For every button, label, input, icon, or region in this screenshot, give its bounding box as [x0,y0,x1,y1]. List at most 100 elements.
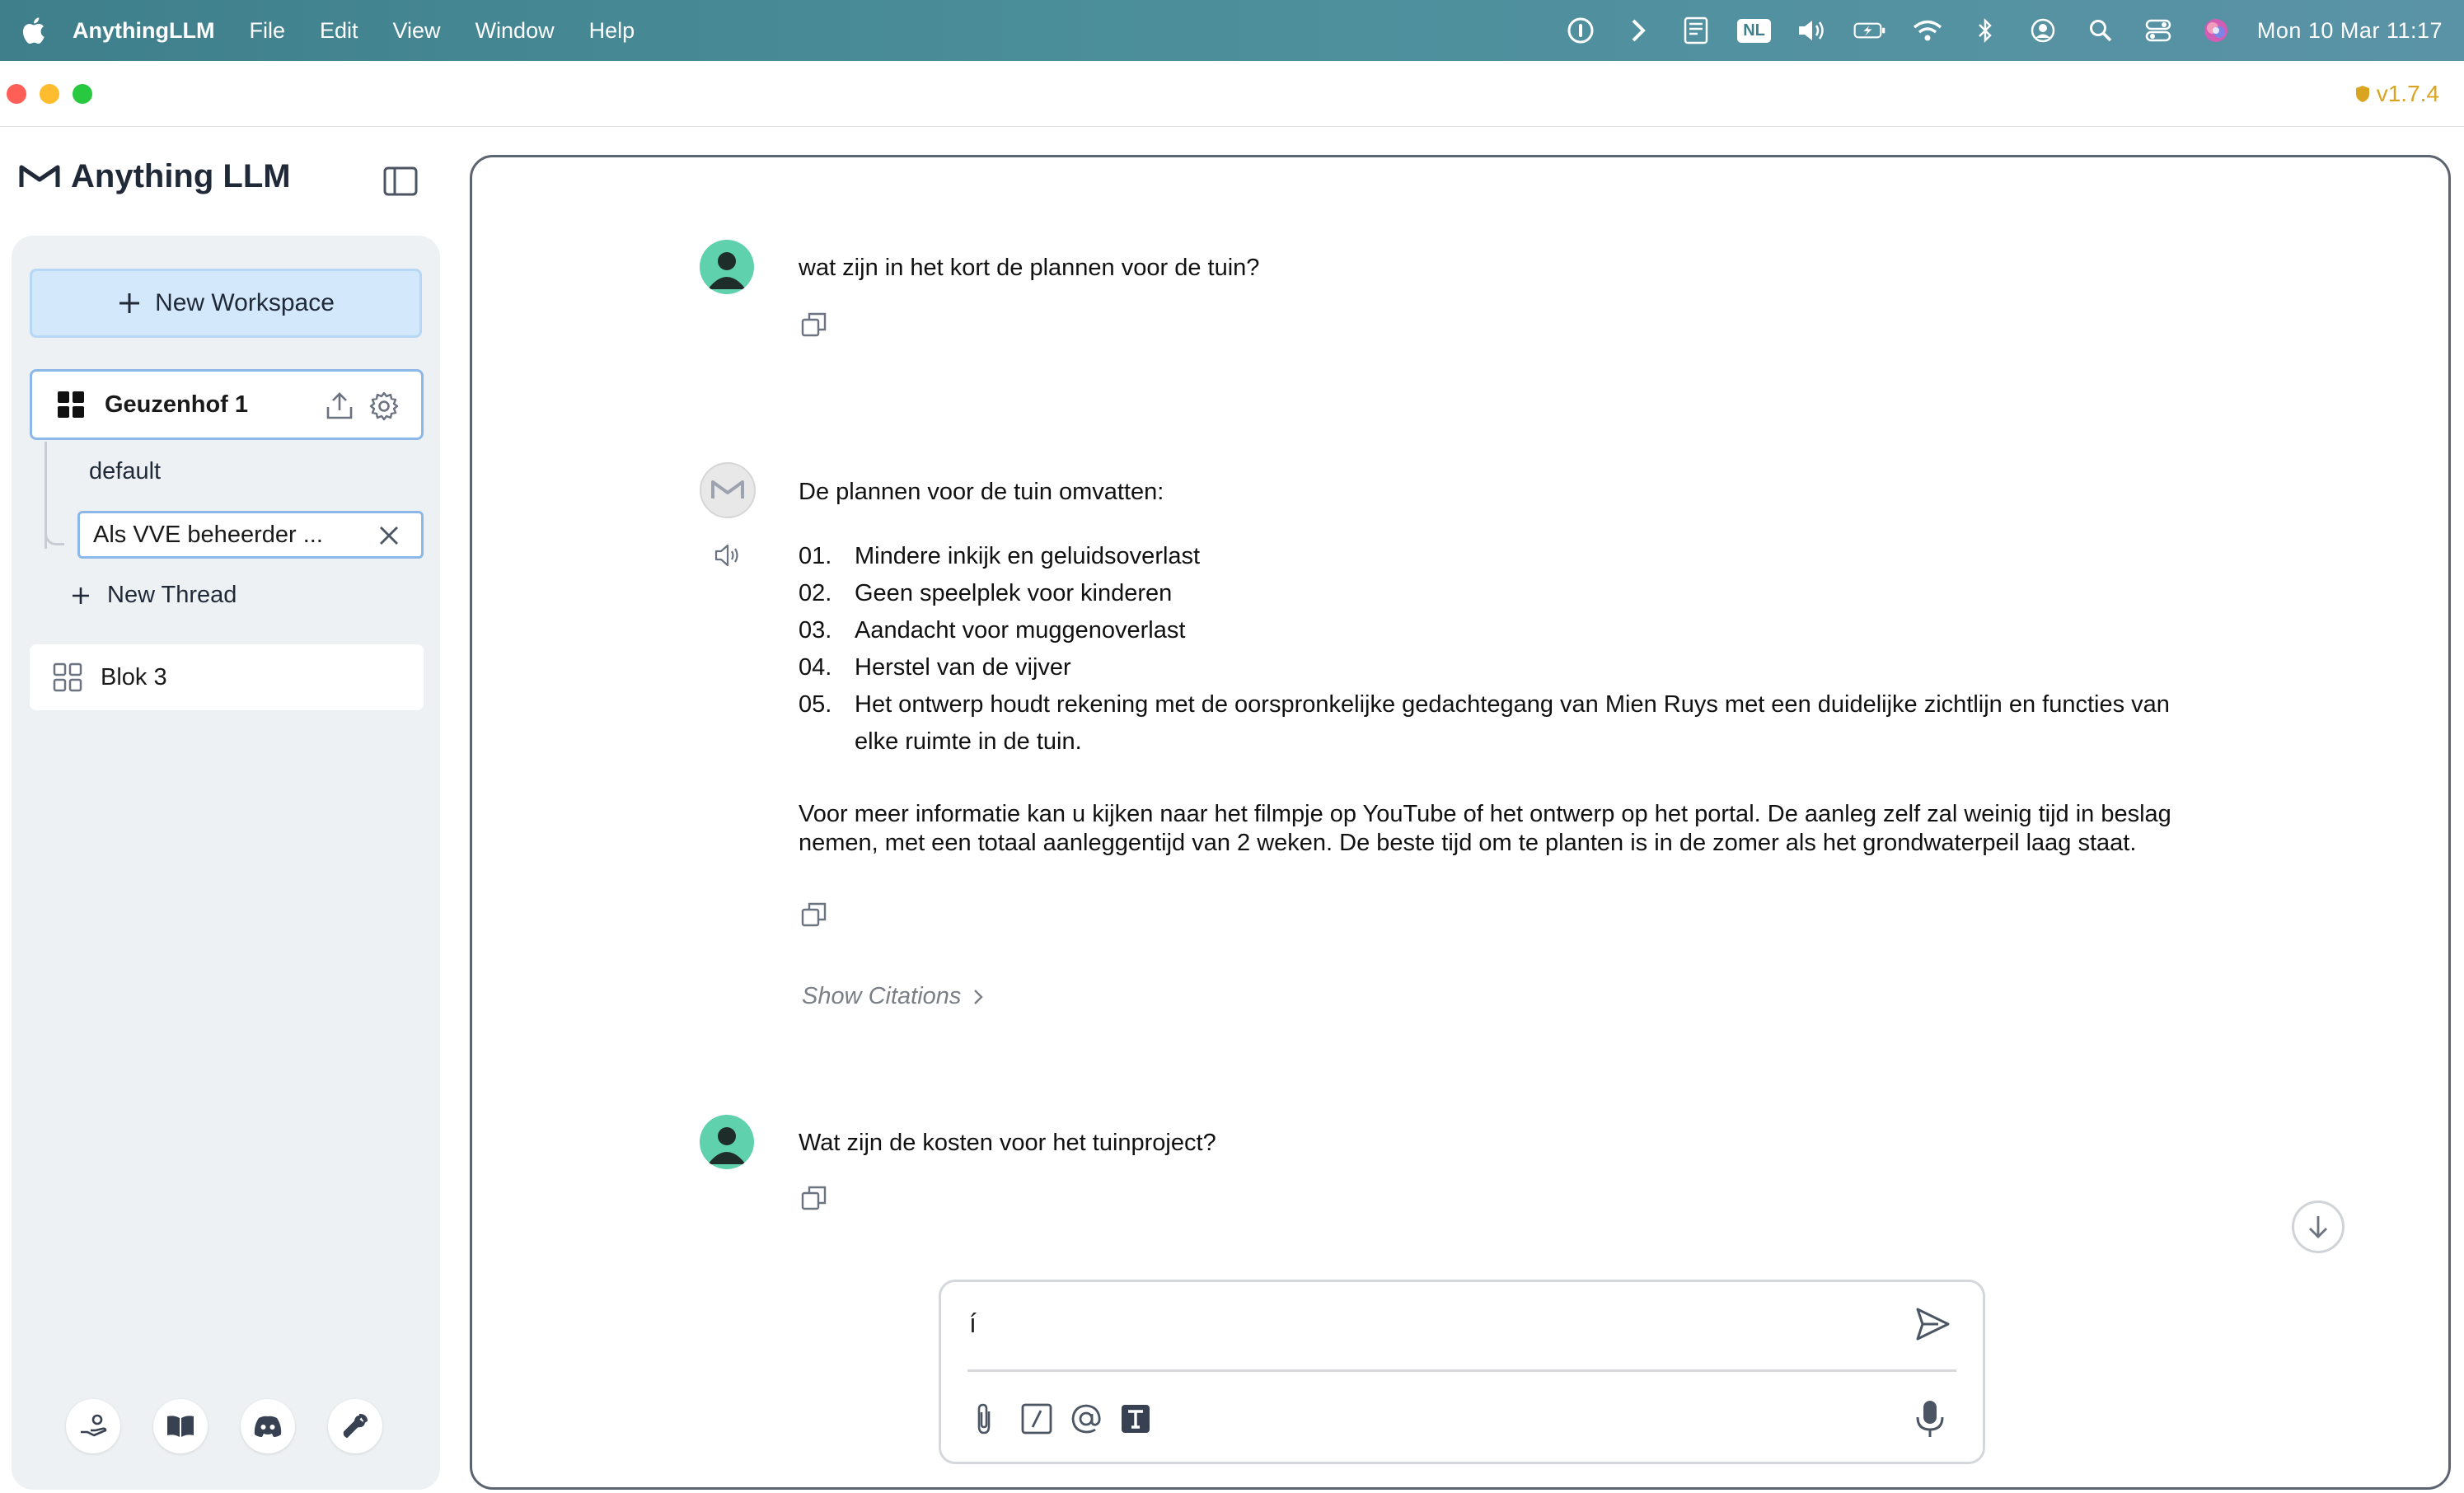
sidebar-footer [66,1399,382,1453]
list-text: Geen speelplek voor kinderen [855,580,1173,606]
discord-icon [254,1416,282,1437]
apple-menu-icon[interactable] [18,16,48,45]
menu-edit[interactable]: Edit [320,18,358,44]
chevron-right-icon [974,989,984,1004]
copy-icon[interactable] [800,1184,828,1212]
assistant-paragraph: Voor meer informatie kan u kijken naar h… [799,801,2171,856]
docs-book-icon [167,1416,194,1437]
menu-window[interactable]: Window [475,18,555,44]
text-size-button[interactable] [1117,1401,1154,1437]
settings-button[interactable] [328,1399,382,1453]
new-workspace-label: New Workspace [155,289,335,316]
workspace-item-geuzenhof-1[interactable]: Geuzenhof 1 [30,369,424,440]
new-workspace-button[interactable]: New Workspace [30,269,422,338]
upload-icon[interactable] [324,391,355,422]
sidebar-toggle-button[interactable] [382,165,419,198]
scroll-to-bottom-button[interactable] [2292,1200,2345,1253]
menu-help[interactable]: Help [589,18,635,44]
minimize-window-button[interactable] [40,84,59,104]
macos-menu-bar: AnythingLLM File Edit View Window Help N… [0,0,2464,61]
version-badge[interactable]: v1.7.4 [2355,81,2439,107]
list-number: 04. [799,654,832,681]
list-item: 02. Geen speelplek voor kinderen [799,575,2199,612]
assistant-list: 01. Mindere inkijk en geluidsoverlast 02… [799,538,2199,761]
list-text: Het ontwerp houdt rekening met de oorspr… [855,691,2170,755]
battery-icon[interactable] [1853,14,1886,47]
new-thread-button[interactable]: New Thread [71,582,237,609]
gear-icon[interactable] [368,391,400,422]
user-icon[interactable] [2026,14,2059,47]
plus-icon [119,293,140,313]
workspace-item-blok-3[interactable]: Blok 3 [30,644,424,710]
attach-button[interactable] [966,1401,1002,1437]
workspace-grid-icon [53,662,82,692]
assistant-avatar [700,462,756,518]
send-icon[interactable] [1914,1305,1951,1343]
menu-file[interactable]: File [249,18,285,44]
list-text: Mindere inkijk en geluidsoverlast [855,543,1201,569]
sidebar-header: Anything LLM [0,127,461,231]
microphone-icon[interactable] [1914,1399,1946,1439]
text-size-icon [1122,1405,1150,1433]
settings-wrench-icon [343,1413,368,1439]
user-avatar [700,1115,754,1169]
show-citations-button[interactable]: Show Citations [802,983,984,1010]
spotlight-icon[interactable] [2084,14,2117,47]
list-item: 05. Het ontwerp houdt rekening met de oo… [799,686,2199,761]
workspace-grid-icon [58,391,84,418]
discord-button[interactable] [241,1399,295,1453]
anythingllm-logo-icon [711,480,744,498]
chat-input[interactable] [969,1300,1876,1346]
bluetooth-icon[interactable] [1969,14,2002,47]
chat-message-user: wat zijn in het kort de plannen voor de … [700,240,2265,355]
thread-tree-curve [45,516,64,545]
copy-icon[interactable] [800,311,828,339]
menu-app-name[interactable]: AnythingLLM [73,18,214,44]
community-hub-icon [81,1414,107,1437]
list-item: 03. Aandacht voor muggenoverlast [799,612,2199,649]
user-avatar-icon [708,1127,746,1164]
menu-bar-clock[interactable]: Mon 10 Mar 11:17 [2257,18,2443,44]
show-citations-label: Show Citations [802,983,962,1009]
speaker-icon[interactable] [713,541,742,569]
chevron-icon[interactable] [1622,14,1655,47]
workspace-name: Blok 3 [101,663,167,690]
workspace-name: Geuzenhof 1 [105,391,249,418]
anythingllm-logo-icon [19,165,60,187]
thread-item-default[interactable]: default [89,458,161,485]
arrow-down-icon [2309,1216,2327,1238]
window-titlebar: v1.7.4 [0,61,2464,127]
user-avatar [700,240,754,294]
copy-icon[interactable] [800,901,828,929]
close-icon[interactable] [378,525,400,546]
docs-button[interactable] [153,1399,208,1453]
message-text: wat zijn in het kort de plannen voor de … [799,255,1260,281]
keyboard-layout-icon[interactable]: NL [1737,18,1771,43]
thread-item-active[interactable]: Als VVE beheerder ... [77,511,424,559]
plus-icon [73,587,89,604]
slash-command-icon [1021,1403,1052,1434]
zoom-window-button[interactable] [73,84,92,104]
close-window-button[interactable] [7,84,26,104]
control-center-icon[interactable] [2142,14,2175,47]
volume-icon[interactable] [1796,14,1829,47]
message-text: Wat zijn de kosten voor het tuinproject? [799,1130,1216,1156]
brand-logo: Anything LLM [18,158,291,195]
onepassword-icon[interactable] [1564,14,1597,47]
at-sign-icon [1071,1404,1101,1434]
list-item: 04. Herstel van de vijver [799,649,2199,686]
composer-divider [967,1369,1956,1372]
list-text: Herstel van de vijver [855,654,1071,681]
list-item: 01. Mindere inkijk en geluidsoverlast [799,538,2199,575]
ebook-icon[interactable] [1679,14,1712,47]
user-avatar-icon [708,252,746,289]
community-hub-button[interactable] [66,1399,120,1453]
siri-icon[interactable] [2199,14,2232,47]
slash-command-button[interactable] [1019,1401,1055,1437]
menu-view[interactable]: View [393,18,441,44]
version-label: v1.7.4 [2376,81,2439,106]
wifi-icon[interactable] [1911,14,1944,47]
agent-mention-button[interactable] [1068,1401,1104,1437]
sidebar-panel-icon [383,166,418,196]
list-number: 02. [799,580,832,606]
